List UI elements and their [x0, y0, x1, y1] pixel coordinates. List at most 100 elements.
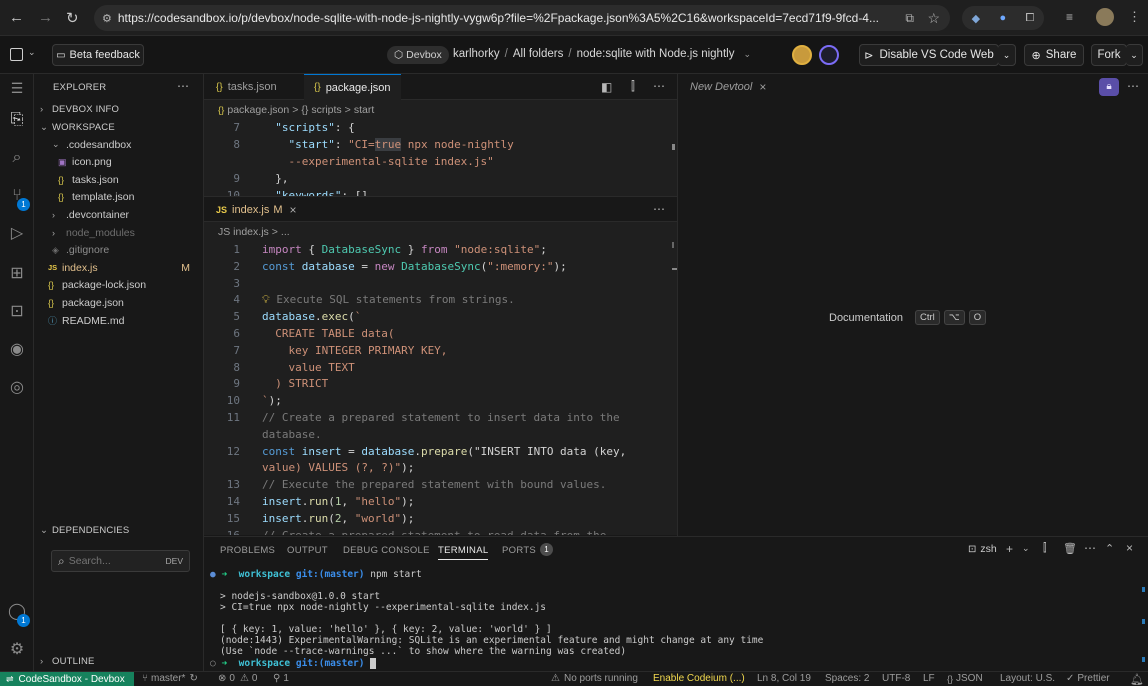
outline-section[interactable]: › OUTLINE	[40, 653, 95, 670]
manage-gear-icon[interactable]: ⚙	[7, 640, 27, 660]
user-avatar[interactable]	[792, 45, 812, 65]
code-line[interactable]: },	[262, 172, 288, 185]
keyboard-layout[interactable]: Layout: U.S.	[1000, 673, 1055, 684]
file-tree-item[interactable]: ⓘ README.md	[48, 312, 204, 329]
tab-tasks-json[interactable]: {} tasks.json	[206, 74, 287, 100]
file-tree-item[interactable]: JS index.js M	[48, 259, 204, 276]
more-actions-icon[interactable]: ⋯	[177, 79, 189, 93]
tab-output[interactable]: OUTPUT	[287, 545, 328, 556]
terminal-shell-selector[interactable]: ⊡ zsh	[968, 543, 997, 555]
back-icon[interactable]: ←	[9, 9, 24, 26]
prettier-status[interactable]: ✓ Prettier	[1066, 673, 1110, 684]
file-tree-item[interactable]: {} package-lock.json	[48, 277, 204, 294]
code-line[interactable]: // Execute the prepared statement with b…	[262, 478, 606, 491]
add-terminal-icon[interactable]: +	[1006, 542, 1013, 556]
code-line[interactable]: database.	[262, 428, 322, 441]
beta-feedback-button[interactable]: ▭ Beta feedback	[52, 44, 144, 66]
file-tree-item[interactable]: ▣ icon.png	[58, 154, 204, 171]
more-actions-icon[interactable]: ⋯	[653, 202, 665, 216]
close-icon[interactable]: ×	[759, 80, 766, 94]
terminal-icon[interactable]: ⊡	[7, 302, 27, 322]
open-preview-icon[interactable]: ◧	[601, 80, 612, 94]
code-line[interactable]: const insert = database.prepare("INSERT …	[262, 445, 626, 458]
search-icon[interactable]: ⌕	[7, 148, 27, 168]
dependencies-section[interactable]: ⌄ DEPENDENCIES	[40, 522, 129, 539]
code-line[interactable]: insert.run(1, "hello");	[262, 495, 414, 508]
indentation[interactable]: Spaces: 2	[825, 673, 869, 684]
file-tree-item[interactable]: {} package.json	[48, 294, 204, 311]
end-of-line[interactable]: LF	[923, 673, 935, 684]
code-line[interactable]: "scripts": {	[262, 121, 354, 134]
url-text[interactable]: https://codesandbox.io/p/devbox/node-sql…	[118, 11, 898, 25]
devbox-info-section[interactable]: › DEVBOX INFO	[40, 101, 119, 118]
code-line[interactable]: const database = new DatabaseSync(":memo…	[262, 260, 567, 273]
extension-circle-icon[interactable]: ●	[999, 12, 1006, 24]
hamburger-menu-icon[interactable]: ☰	[7, 78, 27, 98]
code-line[interactable]: 💡︎ Execute SQL statements from strings.	[262, 293, 515, 307]
lock-icon[interactable]: 🔒︎	[1099, 78, 1119, 96]
bookmark-star-icon[interactable]: ☆	[927, 10, 940, 27]
reading-list-icon[interactable]: ≡	[1066, 10, 1073, 24]
file-tree-item[interactable]: ◈ .gitignore	[52, 242, 204, 259]
code-line[interactable]: `);	[262, 394, 282, 407]
file-tree-item[interactable]: ⌄ .codesandbox	[52, 136, 204, 153]
github-icon[interactable]: ◉	[7, 340, 27, 360]
github-alt-icon[interactable]: ◎	[7, 378, 27, 398]
code-line[interactable]: value) VALUES (?, ?)");	[262, 461, 414, 474]
code-line[interactable]: database.exec(`	[262, 310, 361, 323]
tab-debug-console[interactable]: DEBUG CONSOLE	[343, 545, 430, 556]
tab-terminal[interactable]: TERMINAL	[438, 545, 489, 560]
breadcrumb-project[interactable]: node:sqlite with Node.js nightly	[577, 48, 735, 60]
extensions-puzzle-icon[interactable]: ⧠	[1025, 12, 1034, 25]
notifications-bell-icon[interactable]: 🔔︎	[1130, 673, 1144, 686]
disable-vscode-web-button[interactable]: ⊳ Disable VS Code Web	[859, 44, 999, 66]
forward-icon[interactable]: →	[38, 9, 53, 26]
breadcrumb-user[interactable]: karlhorky	[453, 48, 500, 60]
terminal-output[interactable]: ● ➜ workspace git:(master) npm start > n…	[204, 565, 1148, 672]
tab-ports[interactable]: PORTS	[502, 545, 536, 556]
fork-options-dropdown[interactable]: ⌄	[1126, 44, 1143, 66]
close-panel-icon[interactable]: ×	[1126, 541, 1133, 555]
extensions-icon[interactable]: ⊞	[7, 264, 27, 284]
code-line[interactable]: "start": "CI=true npx node-nightly	[262, 138, 514, 151]
address-bar[interactable]: ⚙ https://codesandbox.io/p/devbox/node-s…	[94, 5, 950, 31]
ports-indicator[interactable]: ⚲ 1	[273, 673, 289, 684]
file-tree-item[interactable]: {} template.json	[58, 189, 204, 206]
explorer-files-icon[interactable]: ⎘	[7, 110, 27, 130]
breadcrumb-folders[interactable]: All folders	[513, 48, 564, 60]
code-line[interactable]: ) STRICT	[262, 377, 328, 390]
language-mode[interactable]: {} JSON	[947, 673, 983, 684]
site-settings-icon[interactable]: ⚙	[102, 12, 112, 25]
remote-indicator[interactable]: ⇌ CodeSandbox - Devbox	[0, 672, 134, 686]
tab-index-js[interactable]: JS index.js M ×	[206, 197, 307, 223]
browser-menu-icon[interactable]: ⋮	[1128, 9, 1141, 25]
split-editor-icon[interactable]: ⫿	[631, 79, 635, 94]
code-line[interactable]: key INTEGER PRIMARY KEY,	[262, 344, 447, 357]
extension-cube-icon[interactable]: ◆	[972, 12, 980, 25]
code-line[interactable]: --experimental-sqlite index.js"	[262, 155, 493, 168]
chevron-down-icon[interactable]: ⌄	[743, 49, 751, 60]
code-line[interactable]: import { DatabaseSync } from "node:sqlit…	[262, 243, 547, 256]
vscode-options-dropdown[interactable]: ⌄	[998, 44, 1016, 66]
open-external-icon[interactable]: ⧉	[905, 11, 914, 26]
file-tree-item[interactable]: › node_modules	[52, 224, 204, 241]
share-button[interactable]: ⊕ Share	[1024, 44, 1084, 66]
workspace-section[interactable]: ⌄ WORKSPACE	[40, 119, 115, 136]
app-menu-icon[interactable]	[10, 48, 23, 61]
more-actions-icon[interactable]: ⋯	[1084, 541, 1096, 555]
collaborator-avatar[interactable]	[819, 45, 839, 65]
dev-toggle[interactable]: DEV	[166, 556, 183, 566]
code-line[interactable]: value TEXT	[262, 361, 354, 374]
problems-indicator[interactable]: ⊗ 0 ⚠ 0	[218, 673, 257, 684]
code-line[interactable]: "keywords": []	[262, 189, 368, 196]
tab-package-json[interactable]: {} package.json	[304, 74, 401, 100]
no-ports-indicator[interactable]: ⚠ No ports running	[551, 673, 638, 684]
file-tree-item[interactable]: › .devcontainer	[52, 206, 204, 223]
code-line[interactable]: CREATE TABLE data(	[262, 327, 394, 340]
trash-icon[interactable]: 🗑︎	[1063, 542, 1077, 555]
fork-button[interactable]: Fork	[1091, 44, 1127, 66]
profile-avatar[interactable]	[1096, 8, 1114, 26]
more-actions-icon[interactable]: ⋯	[1127, 79, 1139, 93]
split-terminal-icon[interactable]: ⫿	[1043, 542, 1047, 555]
close-icon[interactable]: ×	[289, 203, 296, 217]
